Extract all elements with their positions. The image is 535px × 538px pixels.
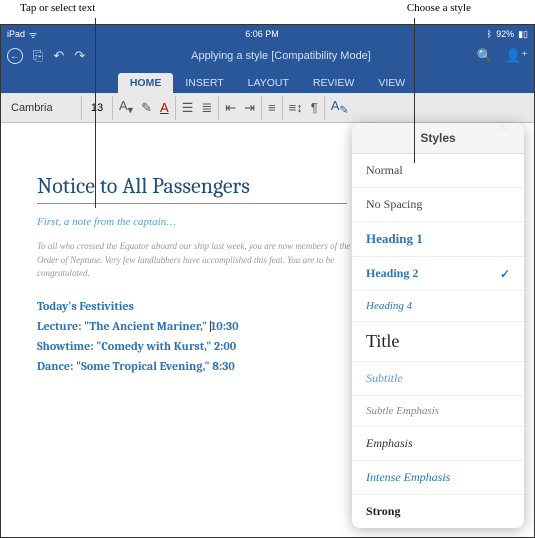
style-item-label: Title: [366, 331, 399, 352]
file-actions-icon[interactable]: ⎘: [33, 48, 43, 64]
style-item-normal[interactable]: Normal: [352, 154, 524, 188]
style-item-label: Emphasis: [366, 436, 413, 451]
numbering-icon[interactable]: ≣: [201, 101, 212, 114]
tab-view[interactable]: VIEW: [366, 73, 417, 93]
doc-line-lecture-b: 10:30: [211, 319, 239, 333]
doc-line-lecture-a: Lecture: "The Ancient Mariner,": [37, 319, 210, 333]
style-item-title[interactable]: Title: [352, 322, 524, 362]
doc-heading-title[interactable]: Notice to All Passengers: [37, 173, 347, 204]
style-item-heading-4[interactable]: Heading 4: [352, 291, 524, 322]
doc-paragraph[interactable]: To all who crossed the Equator aboard ou…: [37, 240, 357, 281]
styles-popup-header: Styles: [352, 123, 524, 154]
style-item-label: Subtitle: [366, 371, 403, 386]
tab-review[interactable]: REVIEW: [301, 73, 366, 93]
clock: 6:06 PM: [245, 29, 279, 39]
font-format-icon[interactable]: A▾: [119, 99, 133, 116]
style-item-label: Heading 1: [366, 231, 423, 247]
annotation-right: Choose a style: [407, 2, 471, 14]
style-item-heading-1[interactable]: Heading 1: [352, 222, 524, 257]
indent-icon[interactable]: ⇥: [244, 101, 255, 114]
wifi-icon: ᯤ: [29, 28, 37, 41]
tab-home[interactable]: HOME: [118, 73, 174, 93]
style-item-label: Strong: [366, 504, 400, 519]
back-button[interactable]: ←: [7, 48, 23, 64]
device-label: iPad: [7, 29, 25, 39]
style-item-label: Subtle Emphasis: [366, 405, 439, 417]
style-item-subtitle[interactable]: Subtitle: [352, 362, 524, 396]
redo-icon[interactable]: ↷: [74, 48, 85, 64]
annotation-line-left: [95, 18, 96, 208]
style-item-label: Heading 4: [366, 300, 412, 312]
outdent-icon[interactable]: ⇤: [225, 101, 236, 114]
battery-icon: ▮▯: [518, 29, 528, 40]
undo-icon[interactable]: ↶: [53, 48, 64, 64]
highlight-icon[interactable]: ✎: [141, 101, 152, 114]
style-item-label: Normal: [366, 163, 403, 178]
annotation-line-right: [414, 18, 415, 163]
style-item-label: No Spacing: [366, 197, 422, 212]
bullets-icon[interactable]: ☰: [182, 101, 194, 114]
style-item-intense-emphasis[interactable]: Intense Emphasis: [352, 461, 524, 495]
style-item-heading-2[interactable]: Heading 2 ✓: [352, 257, 524, 291]
line-spacing-icon[interactable]: ≡↕: [289, 101, 303, 114]
style-item-label: Intense Emphasis: [366, 470, 450, 485]
bluetooth-icon: ᛒ: [487, 29, 492, 39]
pilcrow-icon[interactable]: ¶: [311, 101, 318, 114]
font-size-select[interactable]: 13: [88, 102, 106, 114]
style-item-subtle-emphasis[interactable]: Subtle Emphasis: [352, 396, 524, 427]
ribbon-tabs: HOME INSERT LAYOUT REVIEW VIEW: [1, 69, 534, 93]
battery-pct: 92%: [496, 29, 514, 39]
search-icon[interactable]: 🔍: [477, 48, 493, 64]
style-item-emphasis[interactable]: Emphasis: [352, 427, 524, 461]
font-name-select[interactable]: Cambria: [11, 102, 75, 114]
ios-status-bar: iPad ᯤ 6:06 PM ᛒ 92% ▮▯: [1, 25, 534, 43]
tab-layout[interactable]: LAYOUT: [236, 73, 301, 93]
share-icon[interactable]: 👤⁺: [505, 48, 528, 64]
ribbon-toolbar: Cambria 13 A▾ ✎ A ☰ ≣ ⇤ ⇥ ≡ ≡↕ ¶ A✎: [1, 93, 534, 123]
style-item-strong[interactable]: Strong: [352, 495, 524, 528]
styles-button[interactable]: A✎: [331, 99, 349, 116]
style-item-label: Heading 2: [366, 266, 418, 281]
annotation-left: Tap or select text: [20, 2, 95, 14]
style-item-no-spacing[interactable]: No Spacing: [352, 188, 524, 222]
title-bar: ← ⎘ ↶ ↷ Applying a style [Compatibility …: [1, 43, 534, 69]
align-left-icon[interactable]: ≡: [268, 101, 276, 114]
check-icon: ✓: [500, 267, 510, 281]
font-color-icon[interactable]: A: [160, 101, 169, 114]
document-title: Applying a style [Compatibility Mode]: [85, 50, 477, 62]
tab-insert[interactable]: INSERT: [173, 73, 235, 93]
styles-popup: Styles Normal No Spacing Heading 1 Heading …: [352, 123, 524, 528]
